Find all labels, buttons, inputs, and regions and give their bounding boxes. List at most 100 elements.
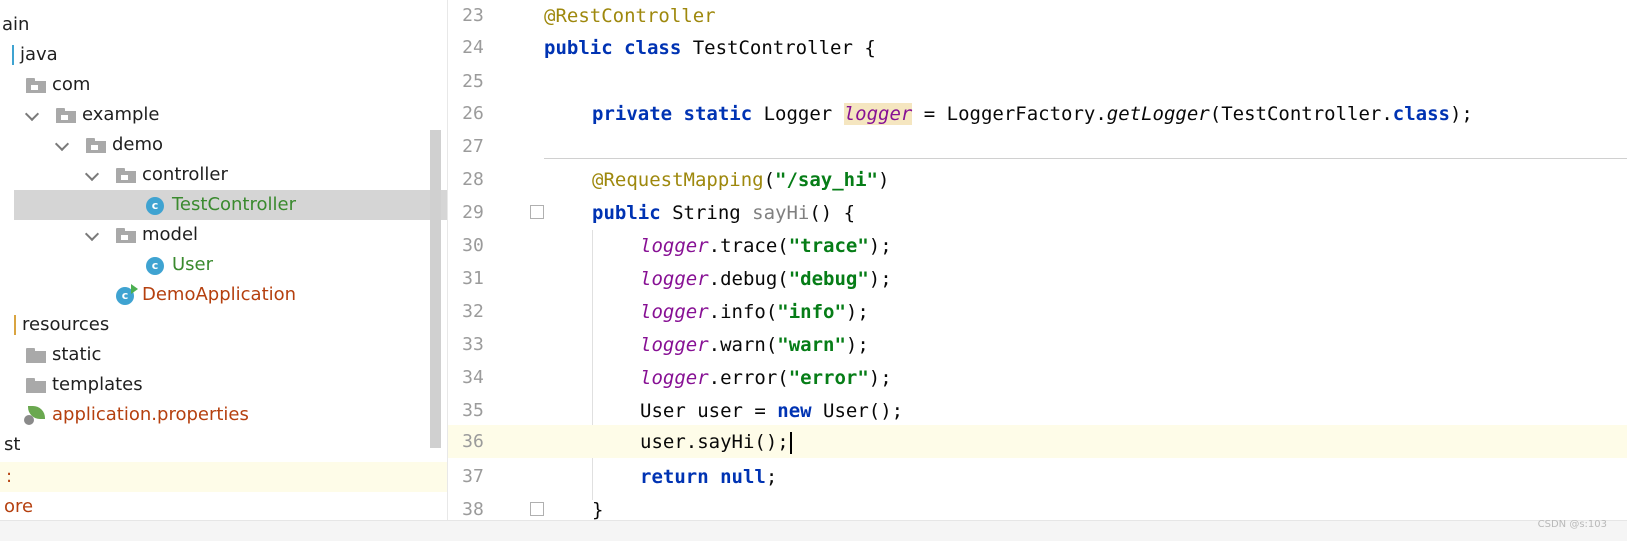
tree-item-label: ore — [4, 496, 34, 517]
tree-scrollbar[interactable] — [430, 130, 441, 448]
line-number: 30 — [462, 235, 484, 256]
code-line-28[interactable]: 28 @RequestMapping("/say_hi") — [448, 164, 1627, 197]
text-cursor — [789, 431, 792, 454]
tree-item-application-properties[interactable]: application.properties — [0, 400, 447, 430]
code-text: user.sayHi(); — [640, 430, 792, 454]
code-line-37[interactable]: 37 return null; — [448, 461, 1627, 494]
line-number: 25 — [462, 71, 484, 92]
tree-item-label: example — [82, 104, 160, 125]
code-line-35[interactable]: 35 User user = new User(); — [448, 395, 1627, 428]
tree-item-label: demo — [112, 134, 164, 155]
tree-item-demoapplication[interactable]: c DemoApplication — [0, 280, 447, 310]
line-number: 23 — [462, 5, 484, 26]
code-line-30[interactable]: 30 logger.trace("trace"); — [448, 230, 1627, 263]
code-text: logger.warn("warn"); — [640, 334, 869, 356]
code-text: private static Logger logger = LoggerFac… — [592, 103, 1473, 125]
line-number: 35 — [462, 400, 484, 421]
code-line-34[interactable]: 34 logger.error("error"); — [448, 362, 1627, 395]
watermark: CSDN @s:103 — [1537, 519, 1607, 530]
chevron-down-icon[interactable] — [84, 226, 100, 242]
code-text: logger.trace("trace"); — [640, 235, 892, 257]
code-text: public class TestController { — [544, 37, 876, 59]
code-line-23[interactable]: 23 @RestController — [448, 0, 1627, 33]
tree-item-label: controller — [142, 164, 228, 185]
code-line-36[interactable]: 36 user.sayHi(); — [448, 425, 1627, 458]
package-folder-icon — [86, 138, 106, 153]
spring-properties-icon — [24, 406, 46, 426]
code-line-29[interactable]: 29 public String sayHi() { — [448, 197, 1627, 230]
code-text: @RestController — [544, 5, 716, 27]
tree-item-label: resources — [22, 314, 110, 335]
fold-toggle-icon[interactable] — [530, 205, 544, 219]
code-text: } — [592, 499, 604, 521]
resources-root-icon — [14, 315, 16, 335]
code-line-25[interactable]: 25 — [448, 66, 1627, 99]
line-number: 24 — [462, 37, 484, 58]
tree-item-current[interactable]: : — [0, 462, 447, 492]
tree-item-label: templates — [52, 374, 143, 395]
line-number: 28 — [462, 169, 484, 190]
code-line-32[interactable]: 32 logger.info("info"); — [448, 296, 1627, 329]
code-line-26[interactable]: 26 private static Logger logger = Logger… — [448, 98, 1627, 131]
tree-item-static[interactable]: static — [0, 340, 447, 370]
tree-item-example[interactable]: example — [0, 100, 447, 130]
line-number: 37 — [462, 466, 484, 487]
tree-item-label: ain — [2, 14, 30, 35]
tree-item-ore[interactable]: ore — [0, 492, 447, 522]
package-folder-icon — [116, 228, 136, 243]
tree-item-label: model — [142, 224, 199, 245]
tree-item-label: st — [4, 434, 21, 455]
code-line-27[interactable]: 27 — [448, 131, 1627, 164]
tree-item-label: User — [172, 254, 214, 275]
tree-item-com[interactable]: com — [0, 70, 447, 100]
code-text: return null; — [640, 466, 778, 488]
line-number: 32 — [462, 301, 484, 322]
tree-item-label: : — [6, 466, 13, 487]
tree-item-label: DemoApplication — [142, 284, 297, 305]
tree-item-label: com — [52, 74, 91, 95]
package-folder-icon — [116, 168, 136, 183]
tree-item-testcontroller[interactable]: c TestController — [14, 190, 447, 220]
code-text: logger.info("info"); — [640, 301, 869, 323]
tree-item-main[interactable]: ain — [0, 10, 447, 40]
tree-item-label: java — [20, 44, 58, 65]
chevron-down-icon[interactable] — [54, 136, 70, 152]
horizontal-scrollbar[interactable] — [0, 520, 1627, 541]
code-line-31[interactable]: 31 logger.debug("debug"); — [448, 263, 1627, 296]
tree-item-model[interactable]: model — [0, 220, 447, 250]
code-line-24[interactable]: 24 public class TestController { — [448, 32, 1627, 65]
code-editor[interactable]: 23 @RestController 24 public class TestC… — [447, 0, 1627, 540]
line-number: 26 — [462, 103, 484, 124]
folder-icon — [26, 348, 46, 363]
tree-item-controller[interactable]: controller — [0, 160, 447, 190]
source-root-icon — [12, 45, 14, 65]
chevron-down-icon[interactable] — [84, 166, 100, 182]
tree-item-test[interactable]: st — [0, 430, 447, 460]
line-number: 33 — [462, 334, 484, 355]
line-number: 27 — [462, 136, 484, 157]
chevron-down-icon[interactable] — [24, 106, 40, 122]
tree-item-templates[interactable]: templates — [0, 370, 447, 400]
project-tree: ain java com example demo controller c T… — [0, 0, 447, 540]
folder-icon — [26, 378, 46, 393]
tree-item-resources[interactable]: resources — [0, 310, 447, 340]
java-class-icon: c — [146, 197, 164, 215]
package-folder-icon — [26, 78, 46, 93]
line-number: 34 — [462, 367, 484, 388]
line-number: 38 — [462, 499, 484, 520]
tree-item-user[interactable]: c User — [0, 250, 447, 280]
tree-item-label: application.properties — [52, 404, 249, 425]
package-folder-icon — [56, 108, 76, 123]
line-number: 29 — [462, 202, 484, 223]
code-line-33[interactable]: 33 logger.warn("warn"); — [448, 329, 1627, 362]
tree-item-java[interactable]: java — [0, 40, 447, 70]
line-number: 36 — [462, 431, 484, 452]
line-number: 31 — [462, 268, 484, 289]
tree-item-demo[interactable]: demo — [0, 130, 447, 160]
tree-item-label: static — [52, 344, 102, 365]
code-text: User user = new User(); — [640, 400, 904, 422]
fold-end-icon[interactable] — [530, 502, 544, 516]
tree-item-label: TestController — [172, 194, 296, 215]
code-text: public String sayHi() { — [592, 202, 856, 224]
java-class-icon: c — [146, 257, 164, 275]
